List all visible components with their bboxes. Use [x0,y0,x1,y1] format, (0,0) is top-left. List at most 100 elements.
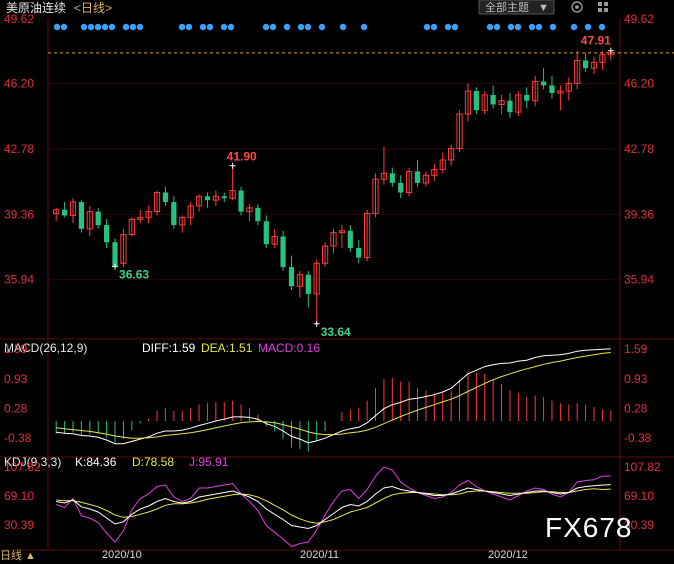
event-dot [514,23,522,31]
date-axis: 2020/10 2020/11 2020/12 [102,549,528,561]
candle [120,228,127,268]
candle [238,186,244,216]
candle [137,209,144,224]
candle [372,173,379,218]
candle [439,152,446,174]
candle [288,255,295,291]
candle-body [280,236,286,268]
candle [414,159,421,187]
kdj-lines [56,466,611,548]
candle [271,228,278,248]
date-tick: 2020/10 [102,549,142,561]
candle [490,85,496,109]
theme-button-label: 全部主题 [485,0,529,14]
candle [313,259,320,324]
candlestick-series[interactable] [53,50,614,324]
event-dot [80,23,88,31]
price-tick-left: 35.94 [4,273,34,287]
event-dot [199,23,207,31]
candle-body [582,60,589,69]
kdj-j-label: J:95.91 [189,455,229,469]
candle [187,202,194,226]
chevron-down-icon: ▼ [538,2,549,14]
event-dot [206,23,214,31]
candle [448,144,455,166]
event-dot [549,23,557,31]
candle-body [104,225,110,243]
candle [296,270,303,298]
price-annotation: 47.91 [581,34,611,48]
event-dot [60,23,68,31]
event-dot [269,23,277,31]
candle-body [540,81,547,86]
macd-lines [56,348,611,445]
macd-tick-left: 1.59 [4,342,28,356]
theme-dropdown-button[interactable]: 全部主题 ▼ [478,0,555,15]
event-dot [304,23,312,31]
candle-body [490,94,496,105]
candle [95,207,101,229]
candle [431,163,438,182]
candle-body [171,202,177,226]
candle [171,196,177,229]
event-dot [318,23,326,31]
event-dot [535,23,543,31]
chart-stage: 美原油连续 <日线> 全部主题 ▼ 49.62 49.6246.20 46.2042… [0,0,674,562]
price-tick-left: 42.78 [4,142,34,156]
j-line [56,466,611,548]
macd-tick-right: 0.28 [624,401,648,415]
candle [473,87,479,115]
price-tick-left: 46.20 [4,76,34,90]
event-dot [220,23,228,31]
macd-tick-left: 0.93 [4,372,28,386]
event-dot [87,23,95,31]
candle [104,219,110,248]
candle [356,240,362,264]
kdj-tick-right: 107.82 [624,460,661,474]
settings-icon[interactable] [571,1,583,13]
candle [456,110,463,153]
event-dot [297,23,305,31]
event-dot [528,23,536,31]
macd-tick-left: 0.28 [4,401,28,415]
candle-body [524,94,530,101]
event-dot [360,23,368,31]
period-switch-button[interactable]: 日线 ▲ [0,548,36,562]
period-label[interactable]: <日线> [74,1,112,15]
grid-layout-icon[interactable] [598,2,608,12]
event-dot [122,23,130,31]
candle [321,242,329,268]
candle-body [398,182,404,193]
event-dot [584,23,592,31]
candle [86,205,93,237]
date-tick: 2020/11 [300,549,339,561]
macd-legend: MACD(26,12,9) DIFF:1.59 DEA:1.51 MACD:0.… [4,341,320,355]
price-tick-right: 39.36 [624,207,654,221]
candle [398,175,404,199]
candle [280,230,286,271]
kdj-tick-left: 30.39 [4,518,34,532]
candle [574,50,581,90]
candle [263,215,269,248]
price-annotation: 36.63 [119,268,149,282]
candle [338,225,346,248]
macd-axis: 1.59 1.59 0.93 0.93 0.28 0.28 -0.38 -0.38 [4,342,652,445]
event-dot [430,23,438,31]
candle [229,165,236,201]
candle-body [549,85,555,94]
event-dot [108,23,116,31]
candle-body [95,211,101,226]
candle [507,93,513,118]
event-dots-row[interactable] [53,23,606,31]
price-tick-right: 49.62 [624,12,654,26]
candle [61,202,68,218]
candle [464,83,472,122]
candle [599,50,606,71]
candle-body [238,190,244,212]
event-dot [451,23,459,31]
candle [221,192,227,203]
price-tick-right: 46.20 [624,76,654,90]
event-dot [136,23,144,31]
candle [582,52,589,72]
candle [498,94,505,115]
